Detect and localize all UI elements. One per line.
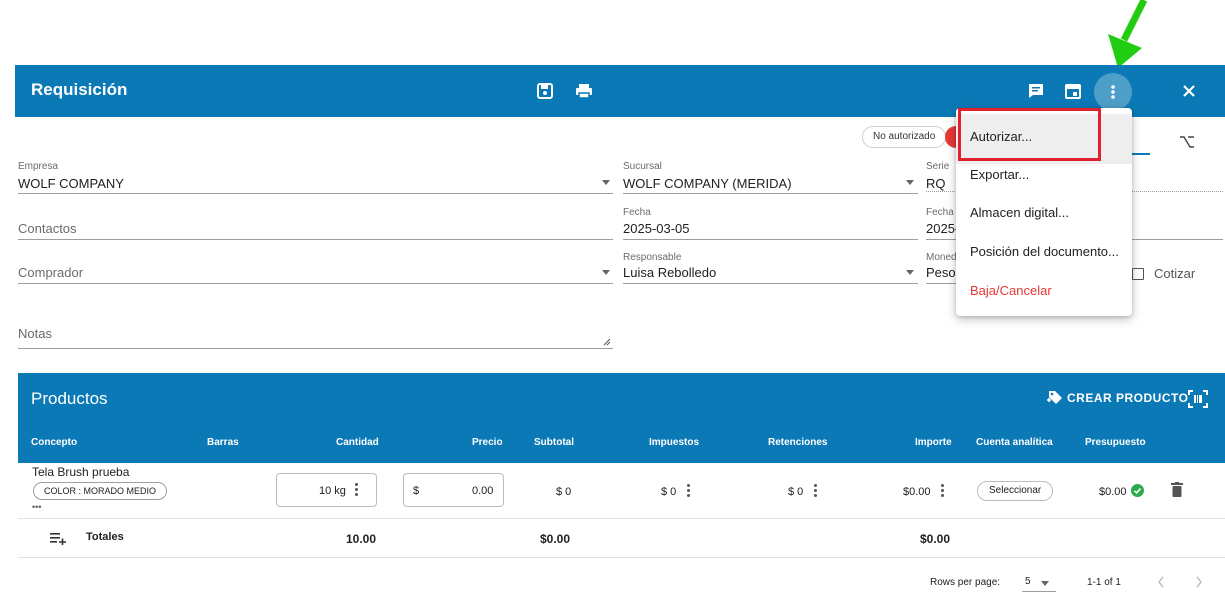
cantidad-value: 10 kg	[319, 485, 346, 497]
responsable-select[interactable]: Luisa Rebolledo	[623, 262, 918, 284]
rows-per-page-select[interactable]: 5	[1022, 572, 1056, 592]
cantidad-options-icon[interactable]	[353, 483, 359, 496]
crear-producto-label: CREAR PRODUCTO	[1067, 391, 1189, 405]
row-divider	[18, 557, 1225, 558]
more-options-button[interactable]	[1094, 73, 1132, 111]
productos-header: Productos CREAR PRODUCTO Concepto Barras…	[18, 373, 1225, 463]
column-header-cuenta-analitica[interactable]: Cuenta analítica	[976, 437, 1053, 448]
row-more-link[interactable]: •••	[32, 502, 41, 512]
calendar-icon[interactable]	[1062, 80, 1084, 102]
column-header-retenciones[interactable]: Retenciones	[768, 437, 827, 448]
delete-icon[interactable]	[1171, 482, 1183, 497]
resize-handle-icon[interactable]	[603, 338, 611, 346]
field-underline-accent	[1132, 153, 1150, 155]
chevron-down-icon	[602, 180, 610, 185]
add-product-icon	[1047, 391, 1062, 404]
empresa-label: Empresa	[18, 161, 59, 172]
cotizar-label: Cotizar	[1154, 266, 1196, 281]
window-title: Requisición	[31, 80, 128, 99]
check-circle-icon	[1131, 484, 1144, 497]
sucursal-label: Sucursal	[623, 161, 662, 172]
fecha-label: Fecha	[623, 207, 651, 218]
authorization-status-badge: No autorizado	[862, 126, 947, 148]
chevron-down-icon	[1041, 581, 1049, 586]
fecha-secondary-value: 2025-	[926, 221, 960, 236]
column-header-importe[interactable]: Importe	[915, 437, 952, 448]
fecha-value: 2025-03-05	[623, 221, 690, 236]
totales-importe: $0.00	[920, 532, 951, 546]
empresa-select[interactable]: WOLF COMPANY	[18, 172, 613, 194]
chevron-down-icon	[602, 270, 610, 275]
column-header-concepto[interactable]: Concepto	[31, 437, 77, 448]
cantidad-input[interactable]: 10 kg	[276, 473, 377, 507]
serie-label: Serie	[926, 161, 950, 172]
sucursal-select[interactable]: WOLF COMPANY (MERIDA)	[623, 172, 918, 194]
chevron-down-icon	[906, 180, 914, 185]
close-icon[interactable]	[1178, 80, 1200, 102]
chevron-left-icon[interactable]	[1157, 576, 1165, 588]
rows-per-page-value: 5	[1025, 576, 1031, 587]
empresa-value: WOLF COMPANY	[18, 176, 124, 191]
importe-options-icon[interactable]	[939, 484, 945, 497]
annotation-arrow-icon	[1108, 0, 1148, 68]
notas-textarea[interactable]: Notas	[18, 322, 613, 349]
moneda-value: Peso	[926, 265, 956, 280]
contactos-field[interactable]: Contactos	[18, 218, 613, 240]
barcode-scan-icon[interactable]	[1188, 390, 1208, 408]
comment-icon[interactable]	[1025, 80, 1047, 102]
cotizar-checkbox[interactable]	[1132, 268, 1144, 280]
column-header-precio[interactable]: Precio	[472, 437, 503, 448]
precio-value: 0.00	[472, 485, 494, 497]
contactos-label: Contactos	[18, 221, 77, 236]
row-impuestos: $ 0	[661, 486, 677, 498]
column-header-presupuesto[interactable]: Presupuesto	[1085, 437, 1146, 448]
column-header-cantidad[interactable]: Cantidad	[336, 437, 379, 448]
variant-tag[interactable]: COLOR : MORADO MEDIO	[33, 482, 168, 500]
totales-label: Totales	[86, 531, 124, 543]
add-row-icon[interactable]	[50, 533, 66, 545]
totales-subtotal: $0.00	[540, 532, 571, 546]
row-concepto: Tela Brush prueba	[32, 465, 130, 479]
print-icon[interactable]	[573, 80, 595, 102]
row-importe: $0.00	[903, 486, 931, 498]
precio-input[interactable]: $ 0.00	[403, 473, 504, 507]
impuestos-options-icon[interactable]	[685, 484, 691, 497]
responsable-value: Luisa Rebolledo	[623, 265, 717, 280]
productos-title: Productos	[31, 389, 108, 408]
serie-value: RQ	[926, 176, 946, 191]
column-header-subtotal[interactable]: Subtotal	[534, 437, 574, 448]
rows-per-page-label: Rows per page:	[930, 577, 1001, 588]
menu-item-baja-cancelar[interactable]: Baja/Cancelar	[970, 283, 1052, 298]
option-key-icon[interactable]	[1180, 136, 1194, 148]
retenciones-options-icon[interactable]	[812, 484, 818, 497]
menu-item-posicion-documento[interactable]: Posición del documento...	[970, 244, 1119, 259]
notas-label: Notas	[18, 326, 52, 341]
totales-cantidad: 10.00	[346, 532, 377, 546]
sucursal-value: WOLF COMPANY (MERIDA)	[623, 176, 792, 191]
seleccionar-cuenta-button[interactable]: Seleccionar	[977, 481, 1054, 501]
save-icon[interactable]	[534, 80, 556, 102]
pagination-range: 1-1 of 1	[1087, 577, 1121, 588]
comprador-label: Comprador	[18, 265, 84, 280]
row-subtotal: $ 0	[556, 486, 572, 498]
crear-producto-button[interactable]: CREAR PRODUCTO	[1046, 390, 1188, 406]
row-retenciones: $ 0	[788, 486, 804, 498]
chevron-down-icon	[906, 270, 914, 275]
row-divider	[18, 518, 1225, 519]
column-header-barras[interactable]: Barras	[207, 437, 239, 448]
comprador-select[interactable]: Comprador	[18, 262, 613, 284]
annotation-highlight-box	[958, 108, 1101, 161]
chevron-right-icon[interactable]	[1195, 576, 1203, 588]
row-presupuesto: $0.00	[1099, 486, 1127, 498]
menu-item-exportar[interactable]: Exportar...	[970, 167, 1029, 182]
column-header-impuestos[interactable]: Impuestos	[649, 437, 699, 448]
precio-currency: $	[413, 485, 420, 497]
menu-item-almacen-digital[interactable]: Almacen digital...	[970, 205, 1069, 220]
fecha-field[interactable]: 2025-03-05	[623, 218, 918, 240]
